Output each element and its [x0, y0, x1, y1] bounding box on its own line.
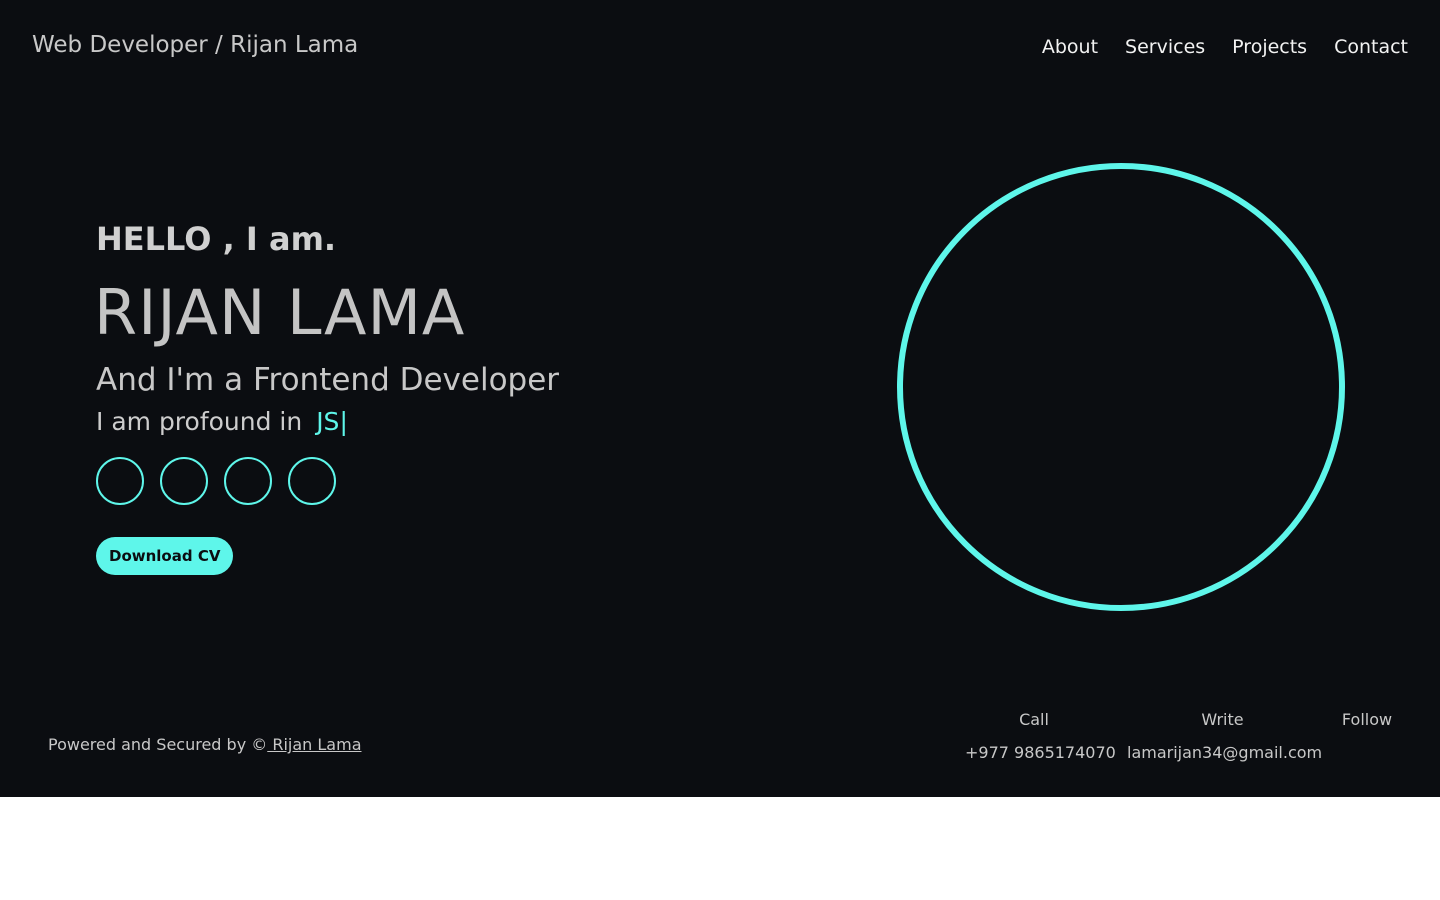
brand-title[interactable]: Web Developer / Rijan Lama: [32, 32, 358, 58]
social-icon-3[interactable]: [224, 457, 272, 505]
contact-follow: Follow: [1340, 710, 1394, 743]
social-icon-2[interactable]: [160, 457, 208, 505]
typing-cursor: |: [339, 407, 348, 436]
footer-credit: Powered and Secured by © Rijan Lama: [48, 735, 362, 754]
page: Web Developer / Rijan Lama About Service…: [0, 0, 1440, 797]
hero-greeting: HELLO , I am.: [96, 220, 337, 258]
skills-prefix: I am profound in: [96, 407, 303, 436]
skills-typed-text: JS: [316, 407, 340, 436]
contact-call: Call +977 9865174070: [965, 710, 1116, 762]
call-number[interactable]: +977 9865174070: [965, 743, 1116, 762]
hero-skills-line: I am profound in JS|: [96, 407, 348, 436]
nav-about[interactable]: About: [1042, 36, 1098, 58]
hero-role: And I'm a Frontend Developer: [96, 362, 560, 398]
follow-label: Follow: [1341, 710, 1393, 729]
social-icon-4[interactable]: [288, 457, 336, 505]
social-links: [96, 457, 336, 505]
write-label: Write: [1201, 710, 1244, 729]
contact-write: Write lamarijan34@gmail.com: [1127, 710, 1322, 762]
email-address[interactable]: lamarijan34@gmail.com: [1127, 743, 1322, 762]
download-cv-button[interactable]: Download CV: [96, 537, 234, 575]
footer-credit-text: Powered and Secured by ©: [48, 735, 268, 754]
main-nav: About Services Projects Contact: [1042, 36, 1408, 58]
profile-image-ring: [897, 163, 1345, 611]
social-icon-1[interactable]: [96, 457, 144, 505]
footer-credit-link[interactable]: Rijan Lama: [267, 735, 361, 754]
hero-name: RIJAN LAMA: [94, 276, 466, 349]
nav-contact[interactable]: Contact: [1334, 36, 1408, 58]
nav-projects[interactable]: Projects: [1232, 36, 1307, 58]
call-label: Call: [1019, 710, 1049, 729]
nav-services[interactable]: Services: [1125, 36, 1205, 58]
